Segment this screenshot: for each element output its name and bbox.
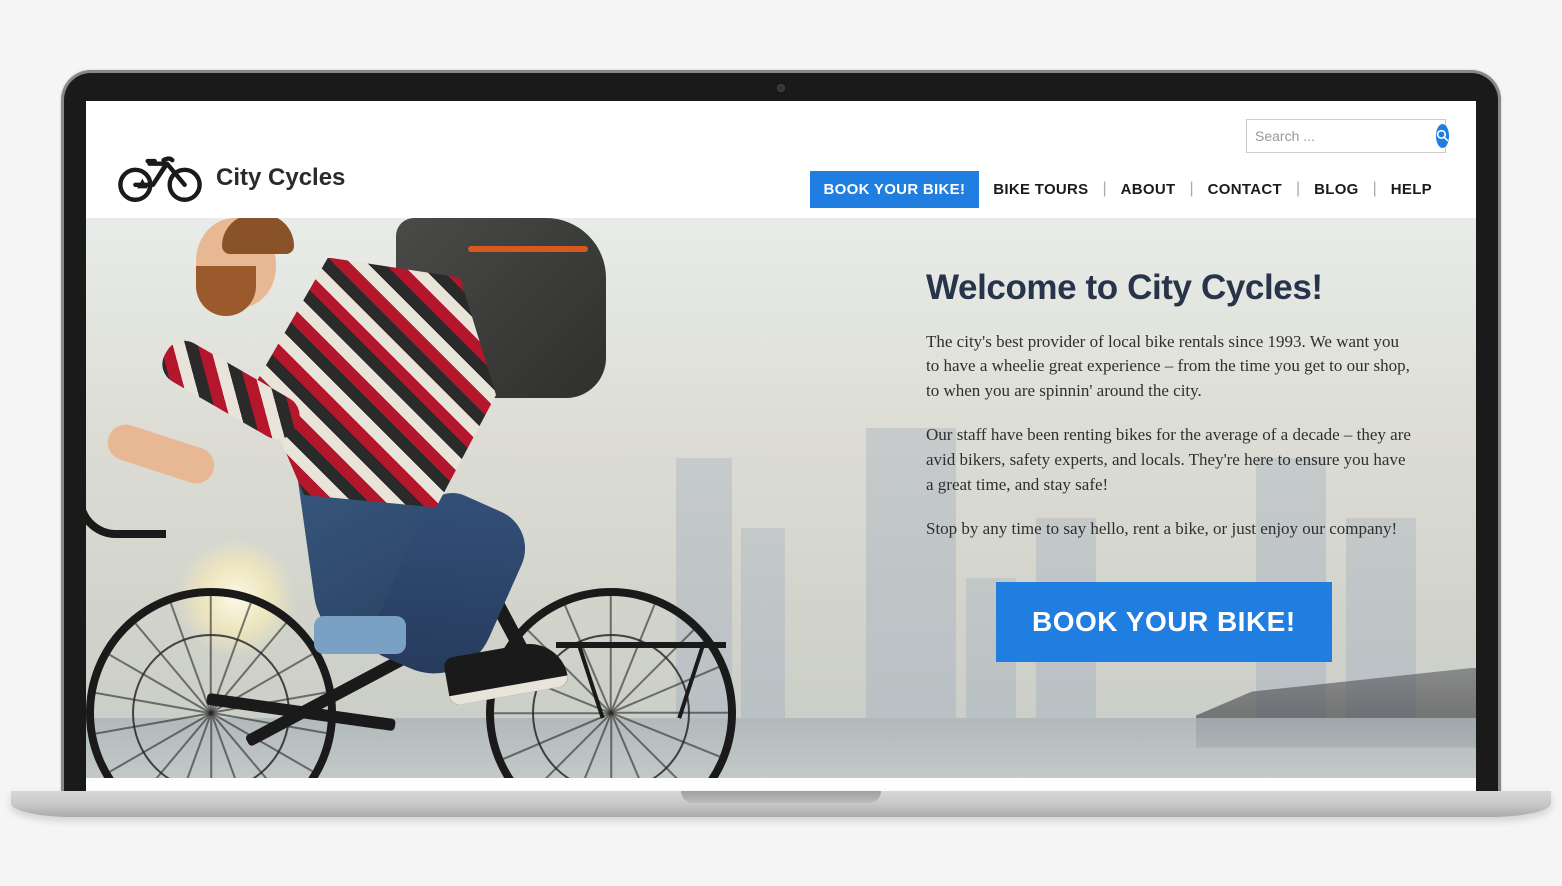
search-icon (1436, 129, 1449, 142)
hero-paragraph-1: The city's best provider of local bike r… (926, 330, 1416, 404)
laptop-bezel: City Cycles BOOK YOUR BIKE! (61, 70, 1501, 791)
site-header: City Cycles BOOK YOUR BIKE! (86, 101, 1476, 218)
hero-content: Welcome to City Cycles! The city's best … (926, 268, 1416, 662)
cyclist-illustration (86, 218, 736, 778)
hero-paragraph-2: Our staff have been renting bikes for th… (926, 423, 1416, 497)
nav-contact[interactable]: CONTACT (1194, 181, 1296, 198)
hero-section: Welcome to City Cycles! The city's best … (86, 218, 1476, 778)
search-button[interactable] (1436, 124, 1449, 148)
screen: City Cycles BOOK YOUR BIKE! (86, 101, 1476, 791)
laptop-base (11, 791, 1551, 817)
main-nav: BOOK YOUR BIKE! BIKE TOURS | ABOUT | CON… (810, 171, 1446, 208)
header-right: BOOK YOUR BIKE! BIKE TOURS | ABOUT | CON… (810, 119, 1446, 208)
laptop-notch (681, 791, 881, 803)
brand-name: City Cycles (216, 164, 345, 192)
nav-help[interactable]: HELP (1377, 181, 1446, 198)
search-box[interactable] (1246, 119, 1446, 153)
camera-dot (777, 84, 785, 92)
logo[interactable]: City Cycles (116, 149, 345, 208)
laptop-mockup: City Cycles BOOK YOUR BIKE! (61, 70, 1501, 817)
nav-book-button[interactable]: BOOK YOUR BIKE! (810, 171, 980, 208)
bicycle-icon (116, 149, 204, 208)
search-input[interactable] (1255, 128, 1436, 144)
nav-blog[interactable]: BLOG (1300, 181, 1373, 198)
hero-book-button[interactable]: BOOK YOUR BIKE! (996, 582, 1332, 662)
hero-paragraph-3: Stop by any time to say hello, rent a bi… (926, 517, 1416, 542)
hero-title: Welcome to City Cycles! (926, 268, 1416, 308)
nav-about[interactable]: ABOUT (1107, 181, 1190, 198)
nav-bike-tours[interactable]: BIKE TOURS (979, 181, 1102, 198)
